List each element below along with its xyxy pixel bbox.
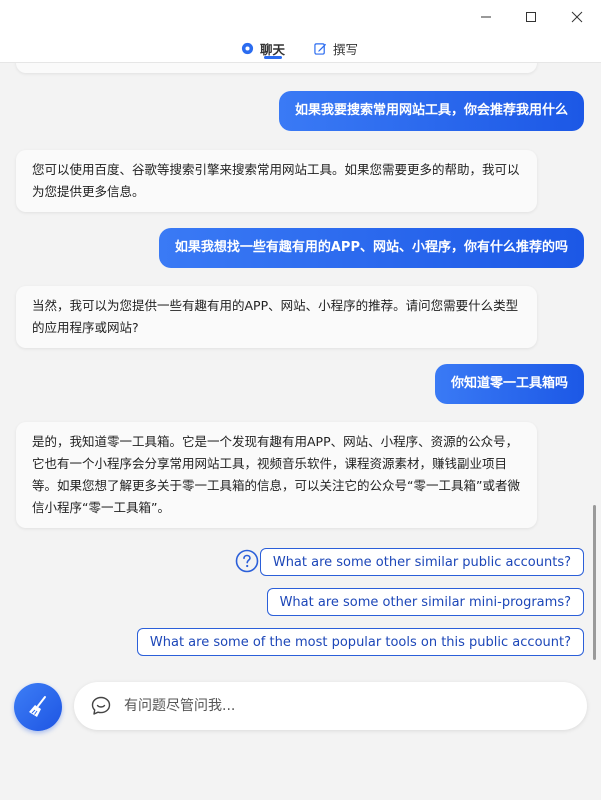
maximize-button[interactable] xyxy=(508,0,554,34)
title-bar xyxy=(0,0,601,34)
minimize-button[interactable] xyxy=(463,0,509,34)
user-message: 你知道零一工具箱吗 xyxy=(434,364,584,404)
close-button[interactable] xyxy=(554,0,600,34)
new-topic-button[interactable] xyxy=(14,683,62,731)
tab-bar: 聊天 撰写 xyxy=(0,34,601,63)
chat-input[interactable] xyxy=(122,697,566,715)
tab-chat[interactable]: 聊天 xyxy=(241,39,285,57)
scrollbar[interactable] xyxy=(593,505,596,660)
active-tab-indicator xyxy=(264,56,282,59)
user-message: 如果我想找一些有趣有用的APP、网站、小程序，你有什么推荐的吗 xyxy=(158,228,584,268)
ai-message: 是的，我知道零一工具箱。它是一个发现有趣有用APP、网站、小程序、资源的公众号，… xyxy=(16,422,537,528)
suggestion-button[interactable]: What are some of the most popular tools … xyxy=(136,628,584,656)
chat-area: 如果我要搜索常用网站工具，你会推荐我用什么 您可以使用百度、谷歌等搜索引擎来搜索… xyxy=(0,63,601,663)
ai-message: 您可以使用百度、谷歌等搜索引擎来搜索常用网站工具。如果您需要更多的帮助，我可以为… xyxy=(16,150,537,212)
tab-write[interactable]: 撰写 xyxy=(314,39,358,57)
chat-input-container[interactable] xyxy=(74,682,587,730)
maximize-icon xyxy=(526,12,536,22)
minimize-icon xyxy=(481,16,491,18)
tab-chat-label: 聊天 xyxy=(260,41,286,57)
question-icon xyxy=(235,549,259,573)
tab-write-label: 撰写 xyxy=(333,41,359,57)
edit-icon xyxy=(314,42,327,55)
suggestion-button[interactable]: What are some other similar public accou… xyxy=(259,548,584,576)
close-icon xyxy=(571,11,583,23)
suggestion-button[interactable]: What are some other similar mini-program… xyxy=(266,588,584,616)
chat-bubble-icon xyxy=(241,42,254,54)
chat-icon xyxy=(90,695,112,717)
broom-icon xyxy=(29,696,46,717)
ai-message: 当然，我可以为您提供一些有趣有用的APP、网站、小程序的推荐。请问您需要什么类型… xyxy=(16,286,537,348)
user-message: 如果我要搜索常用网站工具，你会推荐我用什么 xyxy=(278,91,584,131)
previous-message-bubble xyxy=(16,63,537,73)
